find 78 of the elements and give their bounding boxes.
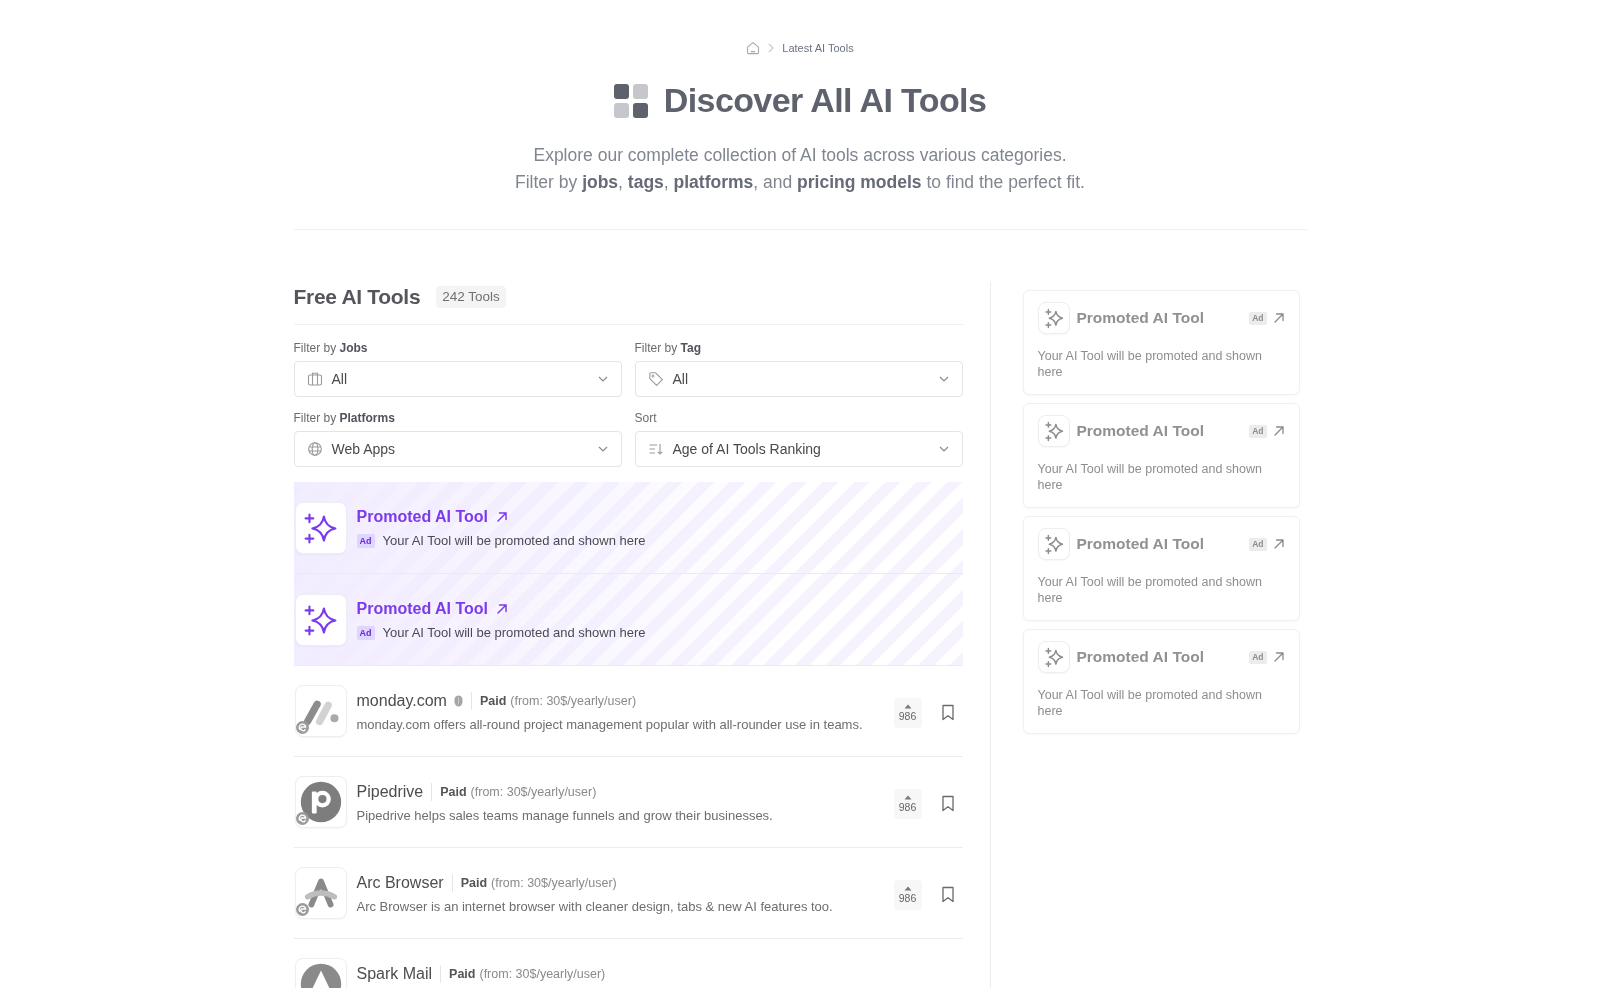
- globe-icon: [306, 441, 323, 457]
- arrow-up-right-icon[interactable]: [496, 510, 509, 523]
- page-title: Discover All AI Tools: [663, 80, 987, 121]
- section-title: Free AI Tools: [293, 284, 421, 310]
- breadcrumb-link[interactable]: Latest AI Tools: [782, 40, 854, 56]
- arch-logo-icon: [294, 867, 347, 919]
- tool-description: Arc Browser is an internet browser with cleaner design, tabs & new AI features too.: [356, 898, 833, 916]
- tool-description: Pipedrive helps sales teams manage funnels and grow their businesses.: [356, 807, 773, 825]
- tool-count: 242 Tools: [436, 286, 506, 308]
- intro-text: Explore our complete collection of AI tools across various categories.: [533, 144, 1067, 167]
- price-detail: (from: 30$/yearly/user): [510, 692, 637, 709]
- promoted-link[interactable]: Promoted AI Tool: [356, 597, 489, 620]
- bookmark-icon[interactable]: [940, 704, 955, 721]
- filter-label: Sort: [634, 410, 657, 426]
- arrow-up-right-icon[interactable]: [1272, 538, 1285, 550]
- ad-label: Ad: [1249, 537, 1267, 551]
- tool-name[interactable]: Arc Browser: [356, 873, 444, 892]
- triangle-up-icon: [903, 886, 912, 891]
- sparkle-icon: [1037, 302, 1070, 334]
- price-detail: (from: 30$/yearly/user): [479, 965, 606, 982]
- swirl-icon: [295, 721, 309, 734]
- ad-description: Your AI Tool will be promoted and shown here: [1037, 574, 1263, 606]
- sparkle-icon: [1037, 415, 1070, 447]
- arrow-up-right-icon[interactable]: [496, 602, 509, 615]
- ad-title[interactable]: Promoted AI Tool: [1076, 645, 1204, 669]
- ad-label: Ad: [1249, 650, 1267, 664]
- platforms-dropdown[interactable]: Web Apps: [293, 431, 622, 467]
- promoted-description: Your AI Tool will be promoted and shown here: [382, 623, 646, 642]
- filter-label: Filter by Jobs: [293, 340, 368, 356]
- slashes-logo-icon: [294, 685, 347, 737]
- swirl-icon: [295, 903, 309, 916]
- ad-label: Ad: [1249, 311, 1267, 325]
- bookmark-icon[interactable]: [940, 795, 955, 812]
- price-detail: (from: 30$/yearly/user): [491, 874, 617, 891]
- price-detail: (from: 30$/yearly/user): [470, 783, 597, 800]
- arrow-up-right-icon[interactable]: [1272, 312, 1285, 324]
- pricing-label: Paid: [460, 874, 488, 891]
- sparkle-icon: [1037, 641, 1070, 673]
- ad-description: Your AI Tool will be promoted and shown here: [1037, 687, 1263, 719]
- arrow-up-right-icon[interactable]: [1272, 651, 1285, 663]
- upvote-button[interactable]: 986: [893, 880, 922, 910]
- filter-label: Filter by Platforms: [293, 410, 395, 426]
- filter-label: Filter by Tag: [634, 340, 701, 356]
- jobs-dropdown[interactable]: All: [293, 361, 622, 397]
- swirl-icon: [295, 812, 309, 825]
- tool-name[interactable]: Pipedrive: [356, 782, 424, 801]
- ad-description: Your AI Tool will be promoted and shown here: [1037, 348, 1263, 380]
- promoted-link[interactable]: Promoted AI Tool: [356, 505, 489, 528]
- triangle-up-icon: [903, 704, 912, 709]
- arrow-up-right-icon[interactable]: [1272, 425, 1285, 437]
- sort-icon: [647, 441, 664, 457]
- upvote-button[interactable]: 986: [893, 789, 922, 819]
- tool-name[interactable]: monday.com: [356, 691, 447, 710]
- triangle-up-icon: [903, 795, 912, 800]
- grid-icon: [613, 83, 648, 118]
- ad-title[interactable]: Promoted AI Tool: [1076, 532, 1204, 556]
- pricing-label: Paid: [440, 783, 467, 800]
- bookmark-icon[interactable]: [940, 886, 955, 903]
- intro-text: Filter by jobs, tags, platforms, and pricing models to find the perfect fit.: [515, 171, 1085, 194]
- ad-title[interactable]: Promoted AI Tool: [1076, 306, 1204, 330]
- tag-dropdown[interactable]: All: [634, 361, 963, 397]
- chevron-right-icon: [768, 43, 775, 53]
- sort-dropdown[interactable]: Age of AI Tools Ranking: [634, 431, 963, 467]
- ad-label: Ad: [356, 625, 375, 640]
- ad-label: Ad: [356, 533, 375, 548]
- promoted-description: Your AI Tool will be promoted and shown here: [382, 531, 646, 550]
- sparkle-icon: [1037, 528, 1070, 560]
- circle-logo-icon: [294, 776, 347, 828]
- upvote-button[interactable]: 986: [893, 698, 922, 728]
- pricing-label: Paid: [449, 965, 476, 982]
- tool-name[interactable]: Spark Mail: [356, 964, 433, 983]
- ad-title[interactable]: Promoted AI Tool: [1076, 419, 1204, 443]
- briefcase-icon: [306, 371, 323, 387]
- tag-icon: [647, 371, 664, 387]
- ad-description: Your AI Tool will be promoted and shown here: [1037, 461, 1263, 493]
- ad-label: Ad: [1249, 424, 1267, 438]
- pricing-label: Paid: [479, 692, 507, 709]
- tool-description: monday.com offers all-round project management popular with all-rounder use in teams.: [356, 716, 863, 734]
